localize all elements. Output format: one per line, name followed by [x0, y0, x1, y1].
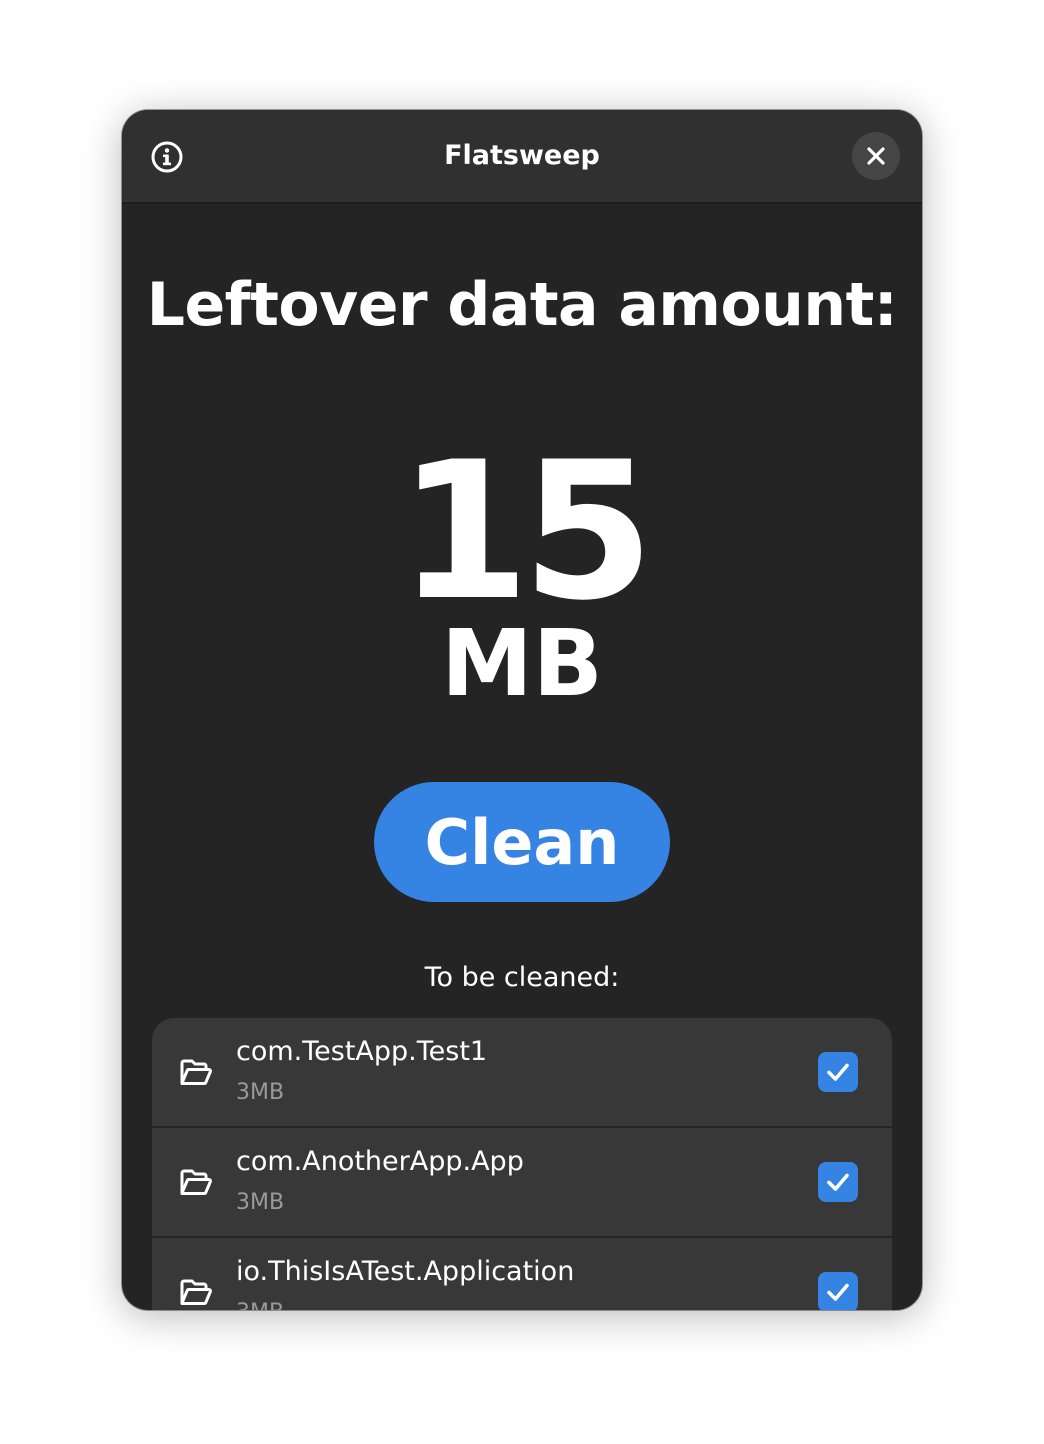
to-be-cleaned-label: To be cleaned:: [424, 962, 620, 993]
item-size: 3MB: [236, 1300, 284, 1310]
leftover-amount: 15: [397, 421, 654, 642]
checkmark-icon: [827, 1063, 849, 1081]
folder-open-icon: [180, 1169, 212, 1195]
close-icon: [867, 147, 885, 165]
folder-open-icon: [180, 1279, 212, 1305]
list-item[interactable]: io.ThisIsATest.Application 3MB: [152, 1238, 892, 1310]
leftover-list: com.TestApp.Test1 3MB com.AnotherApp.App…: [152, 1018, 892, 1310]
item-checkbox[interactable]: [818, 1052, 858, 1092]
window-title: Flatsweep: [444, 140, 600, 171]
headerbar: Flatsweep: [122, 110, 922, 204]
item-name: com.AnotherApp.App: [236, 1146, 524, 1177]
leftover-heading: Leftover data amount:: [146, 270, 898, 340]
close-button[interactable]: [852, 132, 900, 180]
folder-open-icon: [180, 1059, 212, 1085]
item-size: 3MB: [236, 1080, 285, 1105]
list-item[interactable]: com.TestApp.Test1 3MB: [152, 1018, 892, 1128]
app-window: Flatsweep Leftover data amount: 15 MB Cl…: [122, 110, 922, 1310]
clean-button[interactable]: Clean: [374, 782, 670, 902]
clean-button-label: Clean: [424, 805, 620, 879]
leftover-unit: MB: [441, 610, 603, 717]
item-checkbox[interactable]: [818, 1272, 858, 1310]
list-item[interactable]: com.AnotherApp.App 3MB: [152, 1128, 892, 1238]
item-name: com.TestApp.Test1: [236, 1036, 488, 1067]
item-checkbox[interactable]: [818, 1162, 858, 1202]
item-size: 3MB: [236, 1190, 285, 1215]
item-name: io.ThisIsATest.Application: [236, 1256, 575, 1287]
checkmark-icon: [827, 1283, 849, 1301]
checkmark-icon: [827, 1173, 849, 1191]
